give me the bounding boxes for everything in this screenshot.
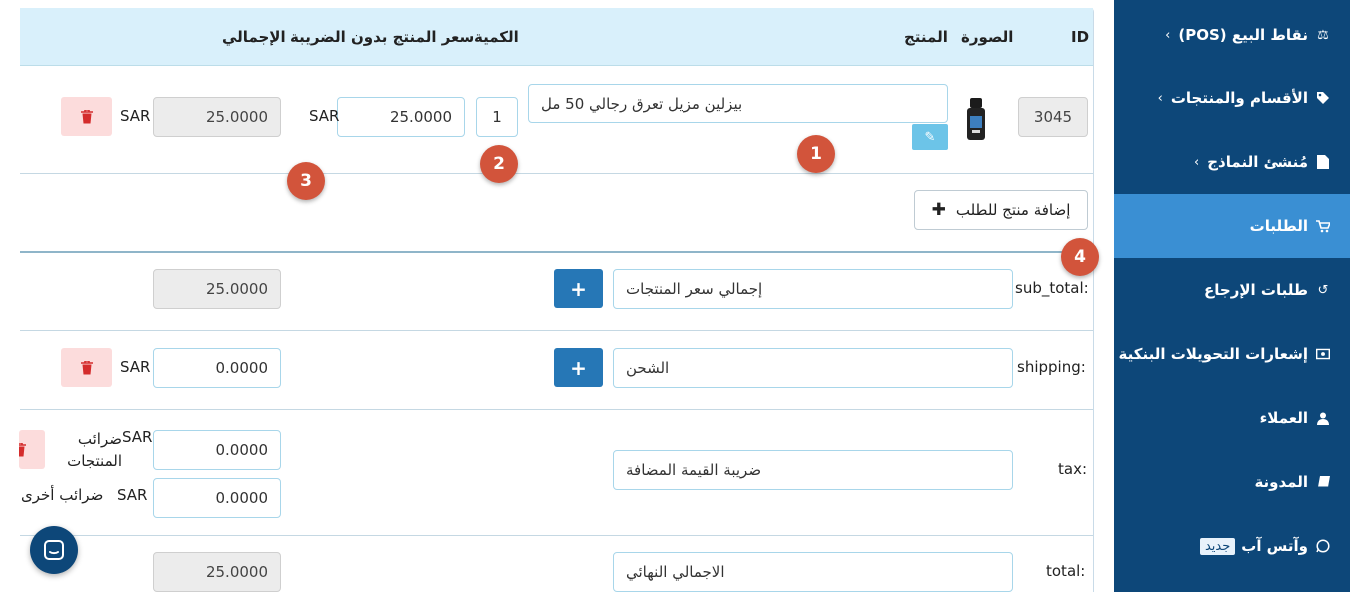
header-image: الصورة [961,28,1014,46]
price-currency: SAR [309,107,340,125]
undo-icon: ↺ [1317,282,1329,298]
header-total: الإجمالي [222,28,286,46]
tutorial-marker-2: 2 [480,145,518,183]
other-tax-input[interactable]: 0.0000 [153,478,281,518]
sidebar-item-label: وآتس آب [1241,537,1308,555]
chat-launcher-button[interactable] [30,526,78,574]
sidebar-item-categories[interactable]: ‹ الأقسام والمنتجات [1114,66,1350,130]
other-tax-currency: SAR [117,486,148,504]
tutorial-marker-1: 1 [797,135,835,173]
sidebar-item-label: مُنشئ النماذج [1207,153,1308,171]
header-price: سعر المنتج بدون الضريبة [290,28,475,46]
plus-icon: ✚ [931,200,946,220]
user-icon [1316,411,1330,425]
sidebar-item-label: الطلبات [1249,217,1308,235]
subtotal-value-field: 25.0000 [153,269,281,309]
sidebar-item-whatsapp[interactable]: جديد وآتس آب [1114,514,1350,578]
new-badge: جديد [1199,537,1236,555]
add-shipping-button[interactable]: + [554,348,603,387]
pencil-icon: ✎ [924,129,936,145]
total-key: total: [1046,562,1086,580]
sidebar-item-orders[interactable]: الطلبات [1114,194,1350,258]
subtotal-label-input[interactable]: إجمالي سعر المنتجات [613,269,1013,309]
tutorial-marker-3: 3 [287,162,325,200]
sidebar-item-bank-transfers[interactable]: إشعارات التحويلات البنكية [1114,322,1350,386]
product-tax-label: ضرائب المنتجات [67,430,122,470]
product-tax-currency: SAR [122,428,153,446]
qty-input[interactable]: 1 [476,97,518,137]
file-icon [1316,155,1330,169]
chat-icon [44,540,64,560]
sidebar: ‹ نقاط البيع (POS) ⚖ ‹ الأقسام والمنتجات… [1114,0,1350,592]
shipping-value-input[interactable]: 0.0000 [153,348,281,388]
sidebar-item-label: العملاء [1259,409,1308,427]
chevron-left-icon: ‹ [1165,27,1171,43]
trash-icon [80,109,93,123]
whatsapp-icon [1316,539,1330,553]
header-product: المنتج [904,28,948,46]
sidebar-item-label: المدونة [1254,473,1308,491]
divider [20,251,1093,253]
book-icon [1316,475,1330,489]
price-input[interactable]: 25.0000 [337,97,465,137]
edit-product-button[interactable]: ✎ [912,124,948,150]
subtotal-key: sub_total: [1015,279,1089,297]
sidebar-item-customers[interactable]: العملاء [1114,386,1350,450]
trash-icon [19,442,26,456]
tax-key: tax: [1058,460,1088,478]
shipping-key: shipping: [1017,358,1086,376]
divider [20,409,1093,410]
row-total-field: 25.0000 [153,97,281,137]
product-id-field: 3045 [1018,97,1088,137]
sidebar-item-form-builder[interactable]: ‹ مُنشئ النماذج [1114,130,1350,194]
tax-label-input[interactable]: ضريبة القيمة المضافة [613,450,1013,490]
delete-row-button[interactable] [61,97,112,136]
total-value-field: 25.0000 [153,552,281,592]
product-name-input[interactable]: بيزلين مزيل تعرق رجالي 50 مل [528,84,948,123]
shipping-label-input[interactable]: الشحن [613,348,1013,388]
add-product-label: إضافة منتج للطلب [955,201,1071,219]
delete-tax-button[interactable] [19,430,45,469]
trash-icon [80,360,93,374]
add-product-button[interactable]: إضافة منتج للطلب ✚ [914,190,1088,230]
sidebar-item-returns[interactable]: طلبات الإرجاع ↺ [1114,258,1350,322]
sidebar-item-pos[interactable]: ‹ نقاط البيع (POS) ⚖ [1114,3,1350,67]
sidebar-item-blog[interactable]: المدونة [1114,450,1350,514]
sidebar-item-label: نقاط البيع (POS) [1178,26,1308,44]
divider [20,173,1093,174]
product-image [967,98,985,140]
shipping-currency: SAR [120,358,151,376]
divider [20,330,1093,331]
sidebar-item-label: طلبات الإرجاع [1204,281,1308,299]
sidebar-item-label: الأقسام والمنتجات [1170,89,1308,107]
cart-icon [1316,219,1330,233]
add-subtotal-button[interactable]: + [554,269,603,308]
header-id: ID [1071,28,1090,46]
chevron-left-icon: ‹ [1157,90,1163,106]
product-tax-input[interactable]: 0.0000 [153,430,281,470]
other-tax-label: ضرائب أخرى [21,486,104,504]
chevron-left-icon: ‹ [1194,154,1200,170]
sidebar-item-label: إشعارات التحويلات البنكية [1118,345,1308,363]
plus-icon: + [570,276,587,301]
plus-icon: + [570,355,587,380]
money-icon [1316,347,1330,361]
divider [20,535,1093,536]
header-qty: الكمية [474,28,519,46]
scale-icon: ⚖ [1317,27,1329,43]
tutorial-marker-4: 4 [1061,238,1099,276]
total-currency: SAR [120,107,151,125]
total-label-input[interactable]: الاجمالي النهائي [613,552,1013,592]
tag-icon [1316,91,1330,105]
delete-shipping-button[interactable] [61,348,112,387]
